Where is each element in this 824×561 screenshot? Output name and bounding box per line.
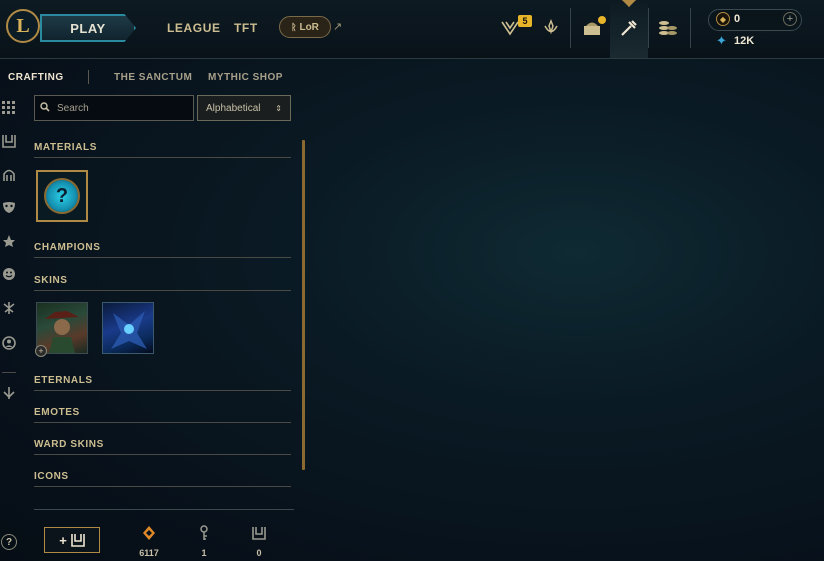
sort-selected-value: Alphabetical	[206, 102, 261, 114]
key-icon	[196, 524, 212, 542]
sidebar-divider	[2, 372, 16, 373]
section-divider	[34, 390, 291, 391]
logo-letter: L	[16, 14, 30, 37]
add-glyph: +	[59, 532, 67, 548]
sort-dropdown[interactable]: Alphabetical ⇕	[197, 95, 291, 121]
section-title-materials: MATERIALS	[34, 142, 97, 153]
section-title-eternals: ETERNALS	[34, 375, 93, 386]
search-box[interactable]	[34, 95, 194, 121]
eternals-icon[interactable]	[1, 300, 17, 316]
search-input[interactable]	[55, 101, 189, 115]
buy-rp-button[interactable]: +	[783, 12, 797, 26]
logo-icon[interactable]: L	[6, 9, 40, 43]
search-icon	[35, 101, 55, 115]
add-chest-button[interactable]: +	[44, 527, 100, 553]
keys-value: 1	[201, 548, 207, 558]
section-divider	[34, 486, 291, 487]
section-divider	[34, 257, 291, 258]
section-divider	[34, 157, 291, 158]
orange-essence-value: 6117	[139, 548, 159, 558]
nav-tft[interactable]: TFT	[234, 21, 258, 35]
top-divider	[570, 8, 571, 48]
section-title-champions: CHAMPIONS	[34, 242, 101, 253]
sort-arrows-icon: ⇕	[275, 103, 282, 113]
section-divider	[34, 454, 291, 455]
honor-icon[interactable]	[539, 16, 563, 40]
orange-essence-icon	[141, 524, 157, 542]
loot-notification-dot	[598, 16, 606, 24]
be-value: 12K	[734, 35, 755, 47]
chest-icon	[251, 524, 267, 542]
nav-lor-button[interactable]: ᚱ LoR	[279, 16, 331, 38]
chest-icon[interactable]	[1, 133, 17, 149]
tab-crafting[interactable]: CRAFTING	[8, 72, 64, 83]
bottom-divider	[34, 509, 294, 510]
ward-icon[interactable]	[1, 233, 17, 249]
blue-essence-icon: ✦	[716, 33, 727, 48]
skin-portrait-icon	[111, 311, 147, 349]
emote-icon[interactable]	[1, 266, 17, 282]
helmet-icon[interactable]	[1, 167, 17, 183]
play-button[interactable]: PLAY	[40, 14, 136, 42]
rp-value: 0	[734, 13, 741, 25]
tab-sanctum[interactable]: THE SANCTUM	[114, 72, 192, 83]
subnav-divider	[88, 70, 89, 84]
nav-league[interactable]: LEAGUE	[167, 21, 221, 35]
mystery-icon: ?	[44, 178, 80, 214]
help-icon[interactable]: ?	[1, 534, 17, 550]
notification-badge: 5	[518, 15, 532, 27]
lor-label: LoR	[299, 21, 319, 33]
all-grid-icon[interactable]	[1, 100, 17, 116]
mask-icon[interactable]	[1, 199, 17, 215]
section-title-emotes: EMOTES	[34, 407, 80, 418]
external-link-icon: ↗	[333, 21, 343, 33]
rp-icon: ◆	[716, 12, 730, 26]
section-title-icons: ICONS	[34, 471, 69, 482]
lor-rune-icon: ᚱ	[291, 22, 297, 32]
top-divider	[690, 8, 691, 48]
section-title-ward-skins: WARD SKINS	[34, 439, 104, 450]
section-divider	[34, 422, 291, 423]
chest-icon	[70, 534, 85, 547]
skin-upgrade-badge-icon: +	[35, 345, 47, 357]
mystery-glyph: ?	[55, 184, 69, 207]
scrollbar[interactable]	[302, 140, 305, 470]
skin-shard-2[interactable]	[102, 302, 154, 354]
section-title-skins: SKINS	[34, 275, 68, 286]
profile-icon[interactable]	[1, 335, 17, 351]
top-divider	[648, 8, 649, 48]
tab-mythic-shop[interactable]: MYTHIC SHOP	[208, 72, 283, 83]
section-divider	[34, 290, 291, 291]
chests-value: 0	[256, 548, 262, 558]
crafting-icon[interactable]	[617, 16, 641, 40]
material-item-mystery[interactable]: ?	[36, 170, 88, 222]
store-icon[interactable]	[656, 16, 680, 40]
other-icon[interactable]	[1, 385, 17, 401]
